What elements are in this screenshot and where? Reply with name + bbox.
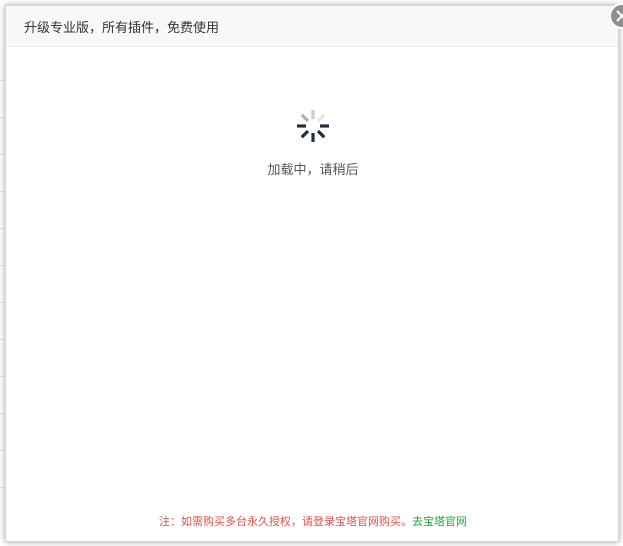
spinner-icon	[295, 108, 331, 144]
footer-note: 注：如需购买多台永久授权，请登录宝塔官网购买。去宝塔官网	[6, 513, 620, 529]
official-site-link[interactable]: 去宝塔官网	[412, 515, 467, 528]
loading-text: 加载中，请稍后	[267, 163, 359, 178]
dialog-header: 升级专业版，所有插件，免费使用	[6, 6, 618, 47]
dialog-title: 升级专业版，所有插件，免费使用	[24, 21, 220, 36]
purchase-note: 注：如需购买多台永久授权，请登录宝塔官网购买。	[159, 515, 412, 528]
close-icon	[616, 10, 623, 22]
upgrade-dialog: 升级专业版，所有插件，免费使用 加载中，请稍后 注：如需购买多台永久授权，请登录…	[5, 3, 623, 542]
